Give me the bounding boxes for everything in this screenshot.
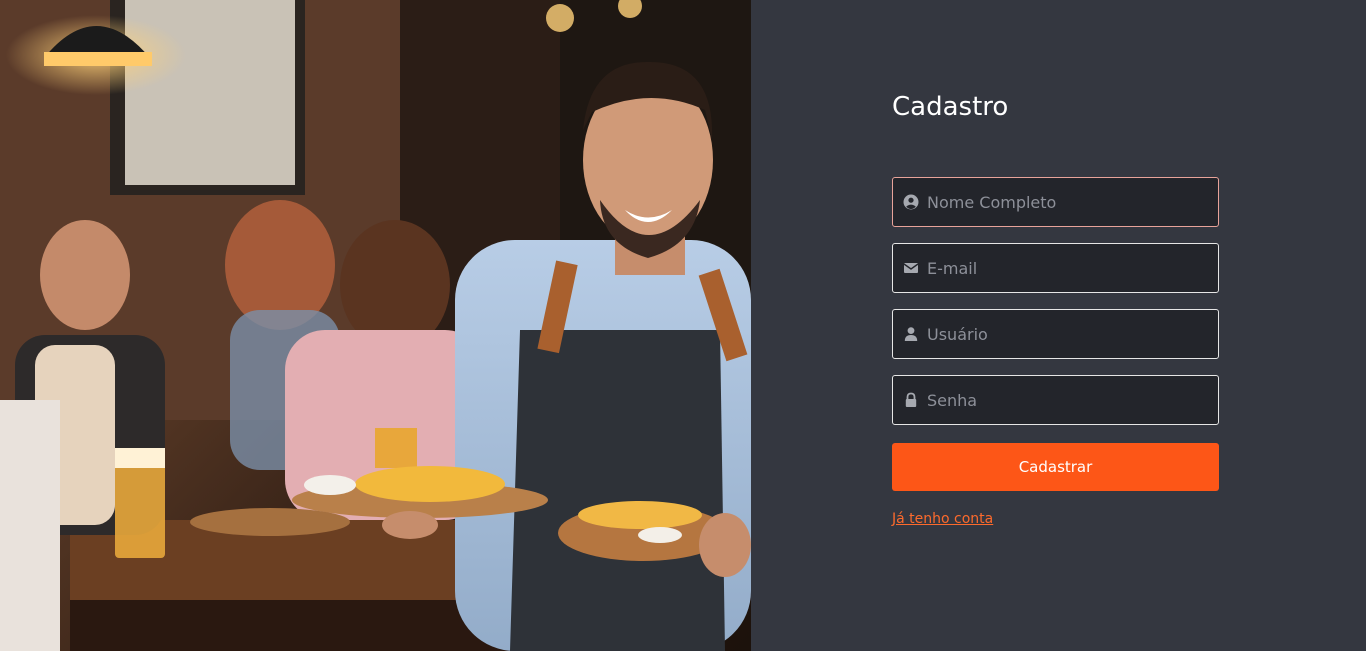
register-panel: Cadastro Nome Completo E-mail Usuário Ca… [751, 0, 1366, 651]
password-field[interactable] [892, 375, 1219, 425]
register-button[interactable]: Cadastrar [892, 443, 1219, 491]
envelope-icon [903, 263, 919, 273]
login-link[interactable]: Já tenho conta [892, 511, 993, 527]
email-field[interactable] [892, 243, 1219, 293]
password-input[interactable] [927, 376, 1207, 424]
full-name-field[interactable] [892, 177, 1219, 227]
lock-icon [905, 392, 917, 407]
username-field[interactable] [892, 309, 1219, 359]
restaurant-waiter-illustration [0, 0, 751, 651]
username-input[interactable] [927, 310, 1207, 358]
hero-photo [0, 0, 751, 651]
user-circle-icon [903, 194, 919, 210]
register-form: Cadastro Nome Completo E-mail Usuário Ca… [892, 88, 1219, 527]
email-input[interactable] [927, 244, 1207, 292]
form-title: Cadastro [892, 92, 1009, 122]
user-icon [904, 327, 918, 341]
full-name-input[interactable] [927, 178, 1207, 226]
